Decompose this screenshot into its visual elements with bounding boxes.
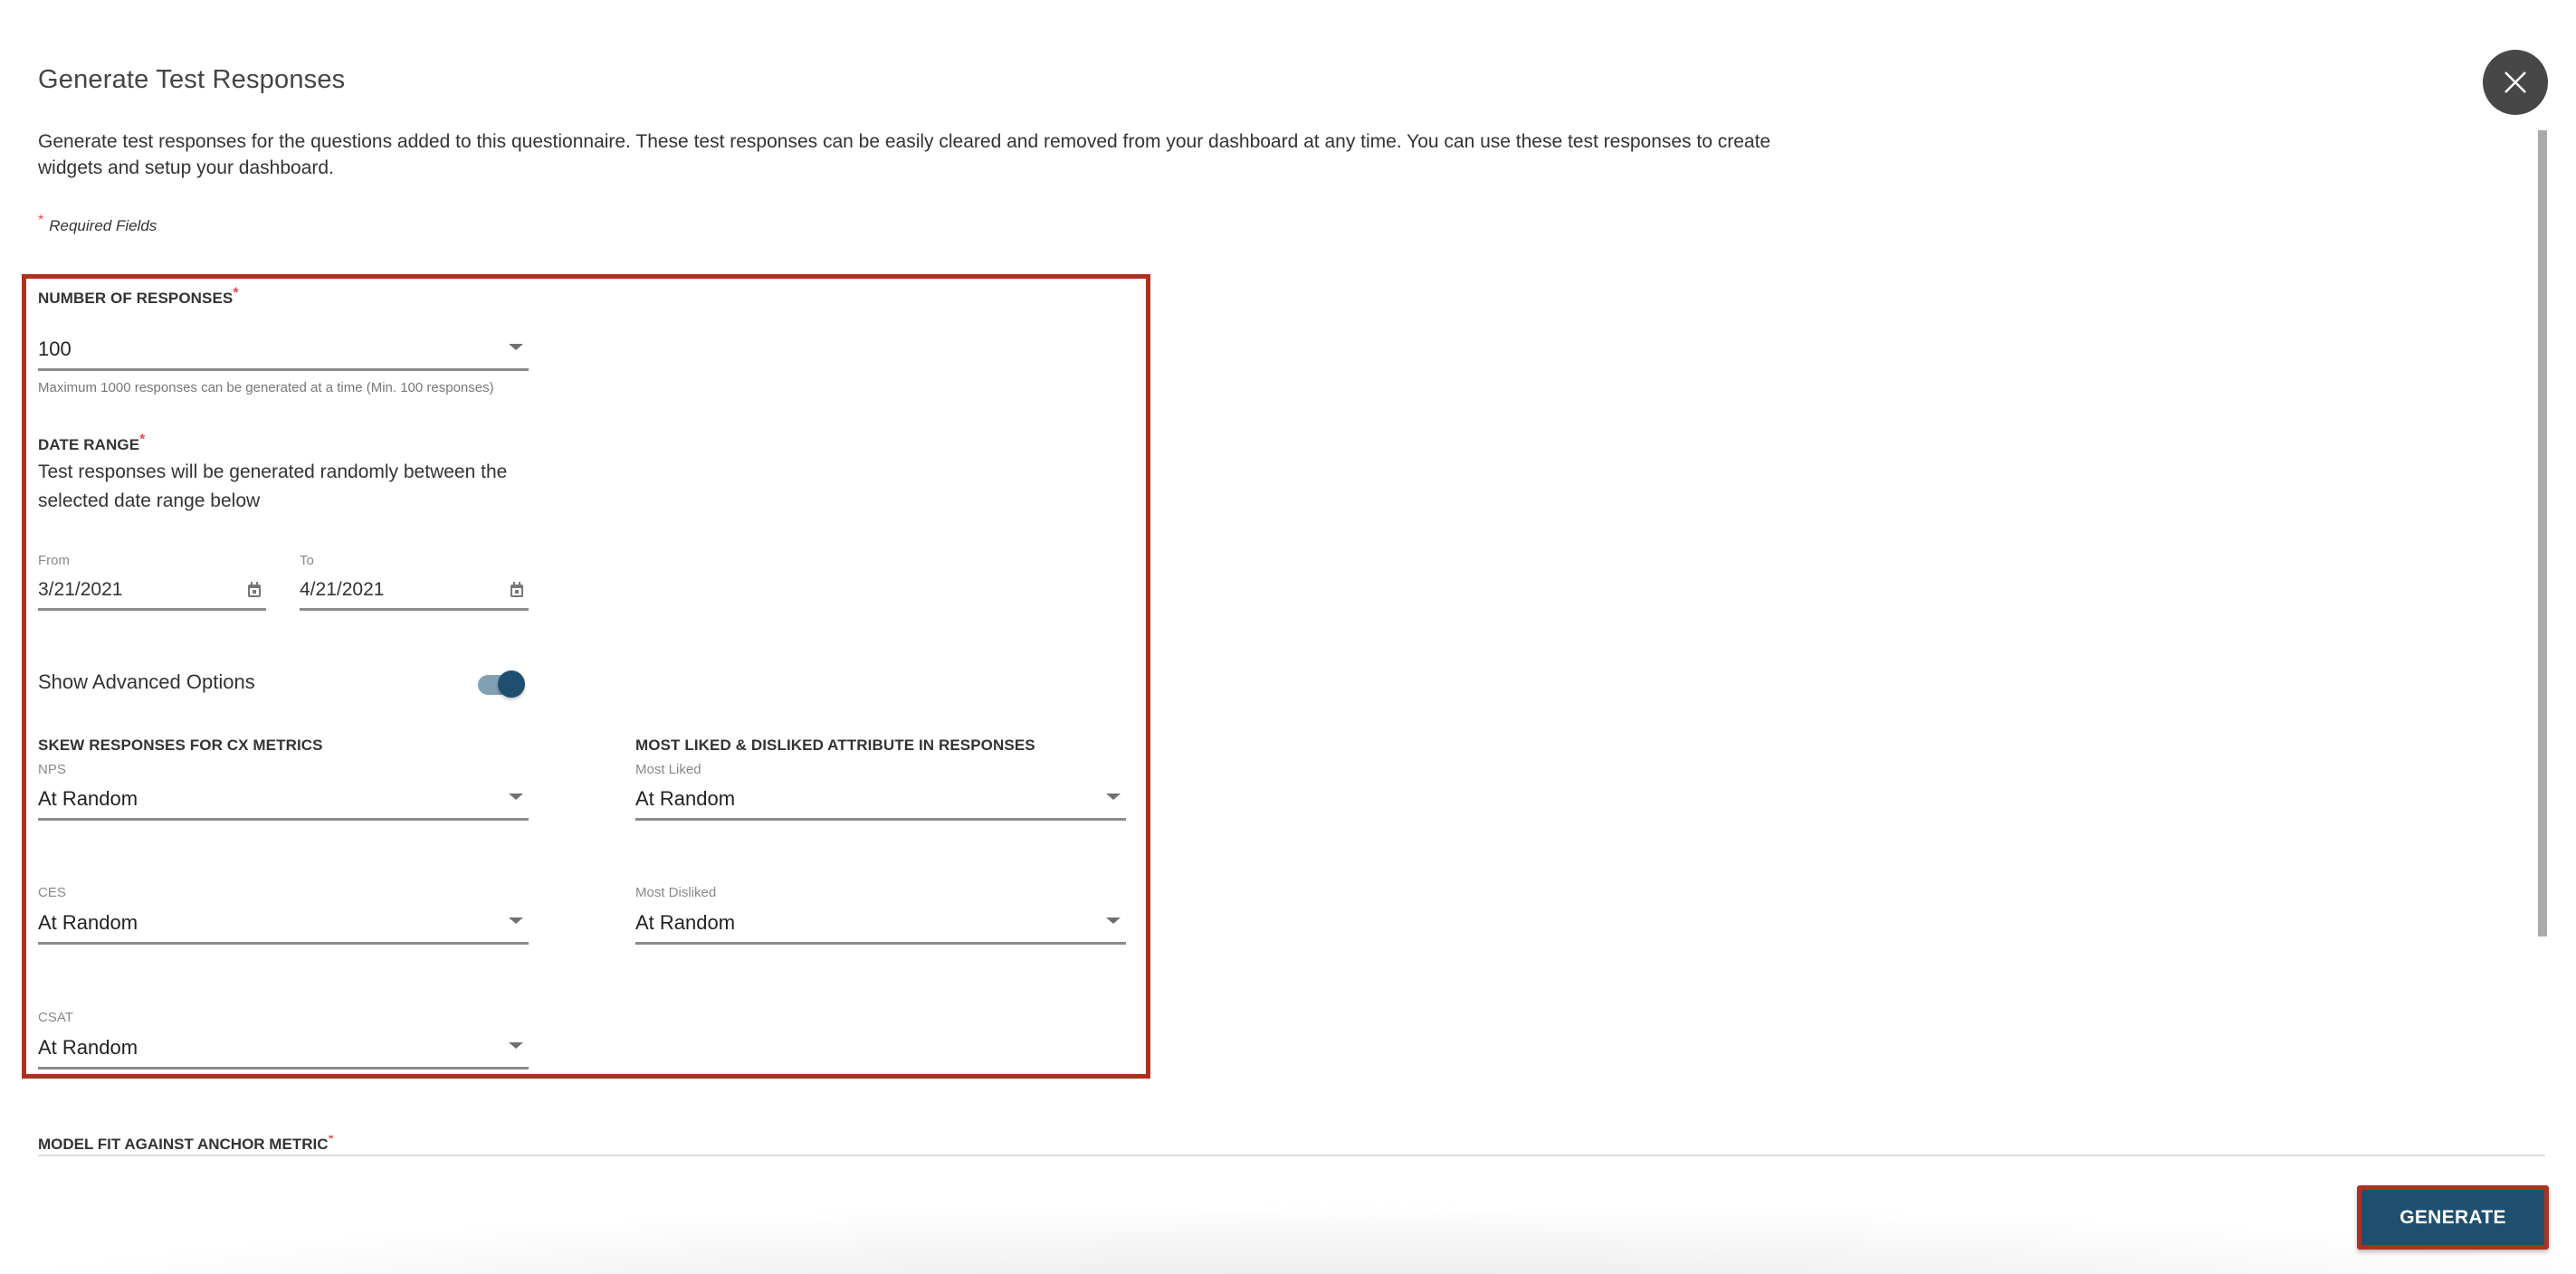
calendar-icon[interactable] xyxy=(248,582,261,597)
calendar-icon[interactable] xyxy=(510,582,523,597)
generate-test-responses-dialog: Generate Test Responses Generate test re… xyxy=(0,0,2576,1274)
number-of-responses-value: 100 xyxy=(38,338,72,360)
csat-select[interactable]: At Random xyxy=(38,1024,529,1070)
footer-shadow xyxy=(0,1176,2576,1274)
close-button[interactable] xyxy=(2483,50,2548,115)
from-date-input[interactable]: 3/21/2021 xyxy=(38,571,266,611)
vertical-scrollbar[interactable] xyxy=(2538,130,2547,936)
required-asterisk: * xyxy=(38,213,44,229)
chevron-down-icon xyxy=(509,344,523,350)
required-asterisk: * xyxy=(328,1136,334,1147)
toggle-knob xyxy=(498,670,525,698)
show-advanced-options-toggle[interactable] xyxy=(478,670,529,699)
csat-value: At Random xyxy=(38,1036,138,1059)
chevron-down-icon xyxy=(1106,794,1121,800)
number-of-responses-hint: Maximum 1000 responses can be generated … xyxy=(38,380,494,395)
ces-value: At Random xyxy=(38,911,138,934)
show-advanced-options-label: Show Advanced Options xyxy=(38,670,255,693)
dialog-title: Generate Test Responses xyxy=(38,65,346,94)
chevron-down-icon xyxy=(1106,917,1121,924)
required-fields-text: Required Fields xyxy=(49,217,157,234)
number-of-responses-label: NUMBER OF RESPONSES* xyxy=(38,285,239,307)
close-icon xyxy=(2504,71,2526,93)
chevron-down-icon xyxy=(509,1042,523,1049)
skew-responses-label: SKEW RESPONSES FOR CX METRICS xyxy=(38,737,323,754)
required-asterisk: * xyxy=(139,432,146,448)
ces-label: CES xyxy=(38,885,66,900)
to-date-label: To xyxy=(300,553,314,568)
date-range-description: Test responses will be generated randoml… xyxy=(38,461,508,511)
most-disliked-label: Most Disliked xyxy=(635,885,717,900)
required-fields-note: * Required Fields xyxy=(38,214,157,235)
nps-value: At Random xyxy=(38,787,138,810)
to-date-value: 4/21/2021 xyxy=(300,579,385,600)
from-date-value: 3/21/2021 xyxy=(38,579,123,600)
required-asterisk: * xyxy=(233,285,239,301)
from-date-label: From xyxy=(38,553,70,568)
most-disliked-select[interactable]: At Random xyxy=(635,899,1126,945)
most-liked-value: At Random xyxy=(635,787,736,810)
chevron-down-icon xyxy=(509,794,523,800)
dialog-description: Generate test responses for the question… xyxy=(38,131,1771,178)
model-fit-label: MODEL FIT AGAINST ANCHOR METRIC* xyxy=(38,1136,334,1155)
footer-divider xyxy=(38,1155,2545,1156)
ces-select[interactable]: At Random xyxy=(38,899,529,945)
to-date-input[interactable]: 4/21/2021 xyxy=(300,571,529,611)
chevron-down-icon xyxy=(509,917,523,924)
liked-disliked-label: MOST LIKED & DISLIKED ATTRIBUTE IN RESPO… xyxy=(635,737,1035,754)
nps-select[interactable]: At Random xyxy=(38,775,529,821)
most-liked-select[interactable]: At Random xyxy=(635,775,1126,821)
most-disliked-value: At Random xyxy=(635,911,736,934)
csat-label: CSAT xyxy=(38,1010,73,1025)
number-of-responses-select[interactable]: 100 xyxy=(38,326,529,371)
date-range-label: DATE RANGE* xyxy=(38,432,146,453)
generate-button[interactable]: GENERATE xyxy=(2357,1185,2549,1250)
